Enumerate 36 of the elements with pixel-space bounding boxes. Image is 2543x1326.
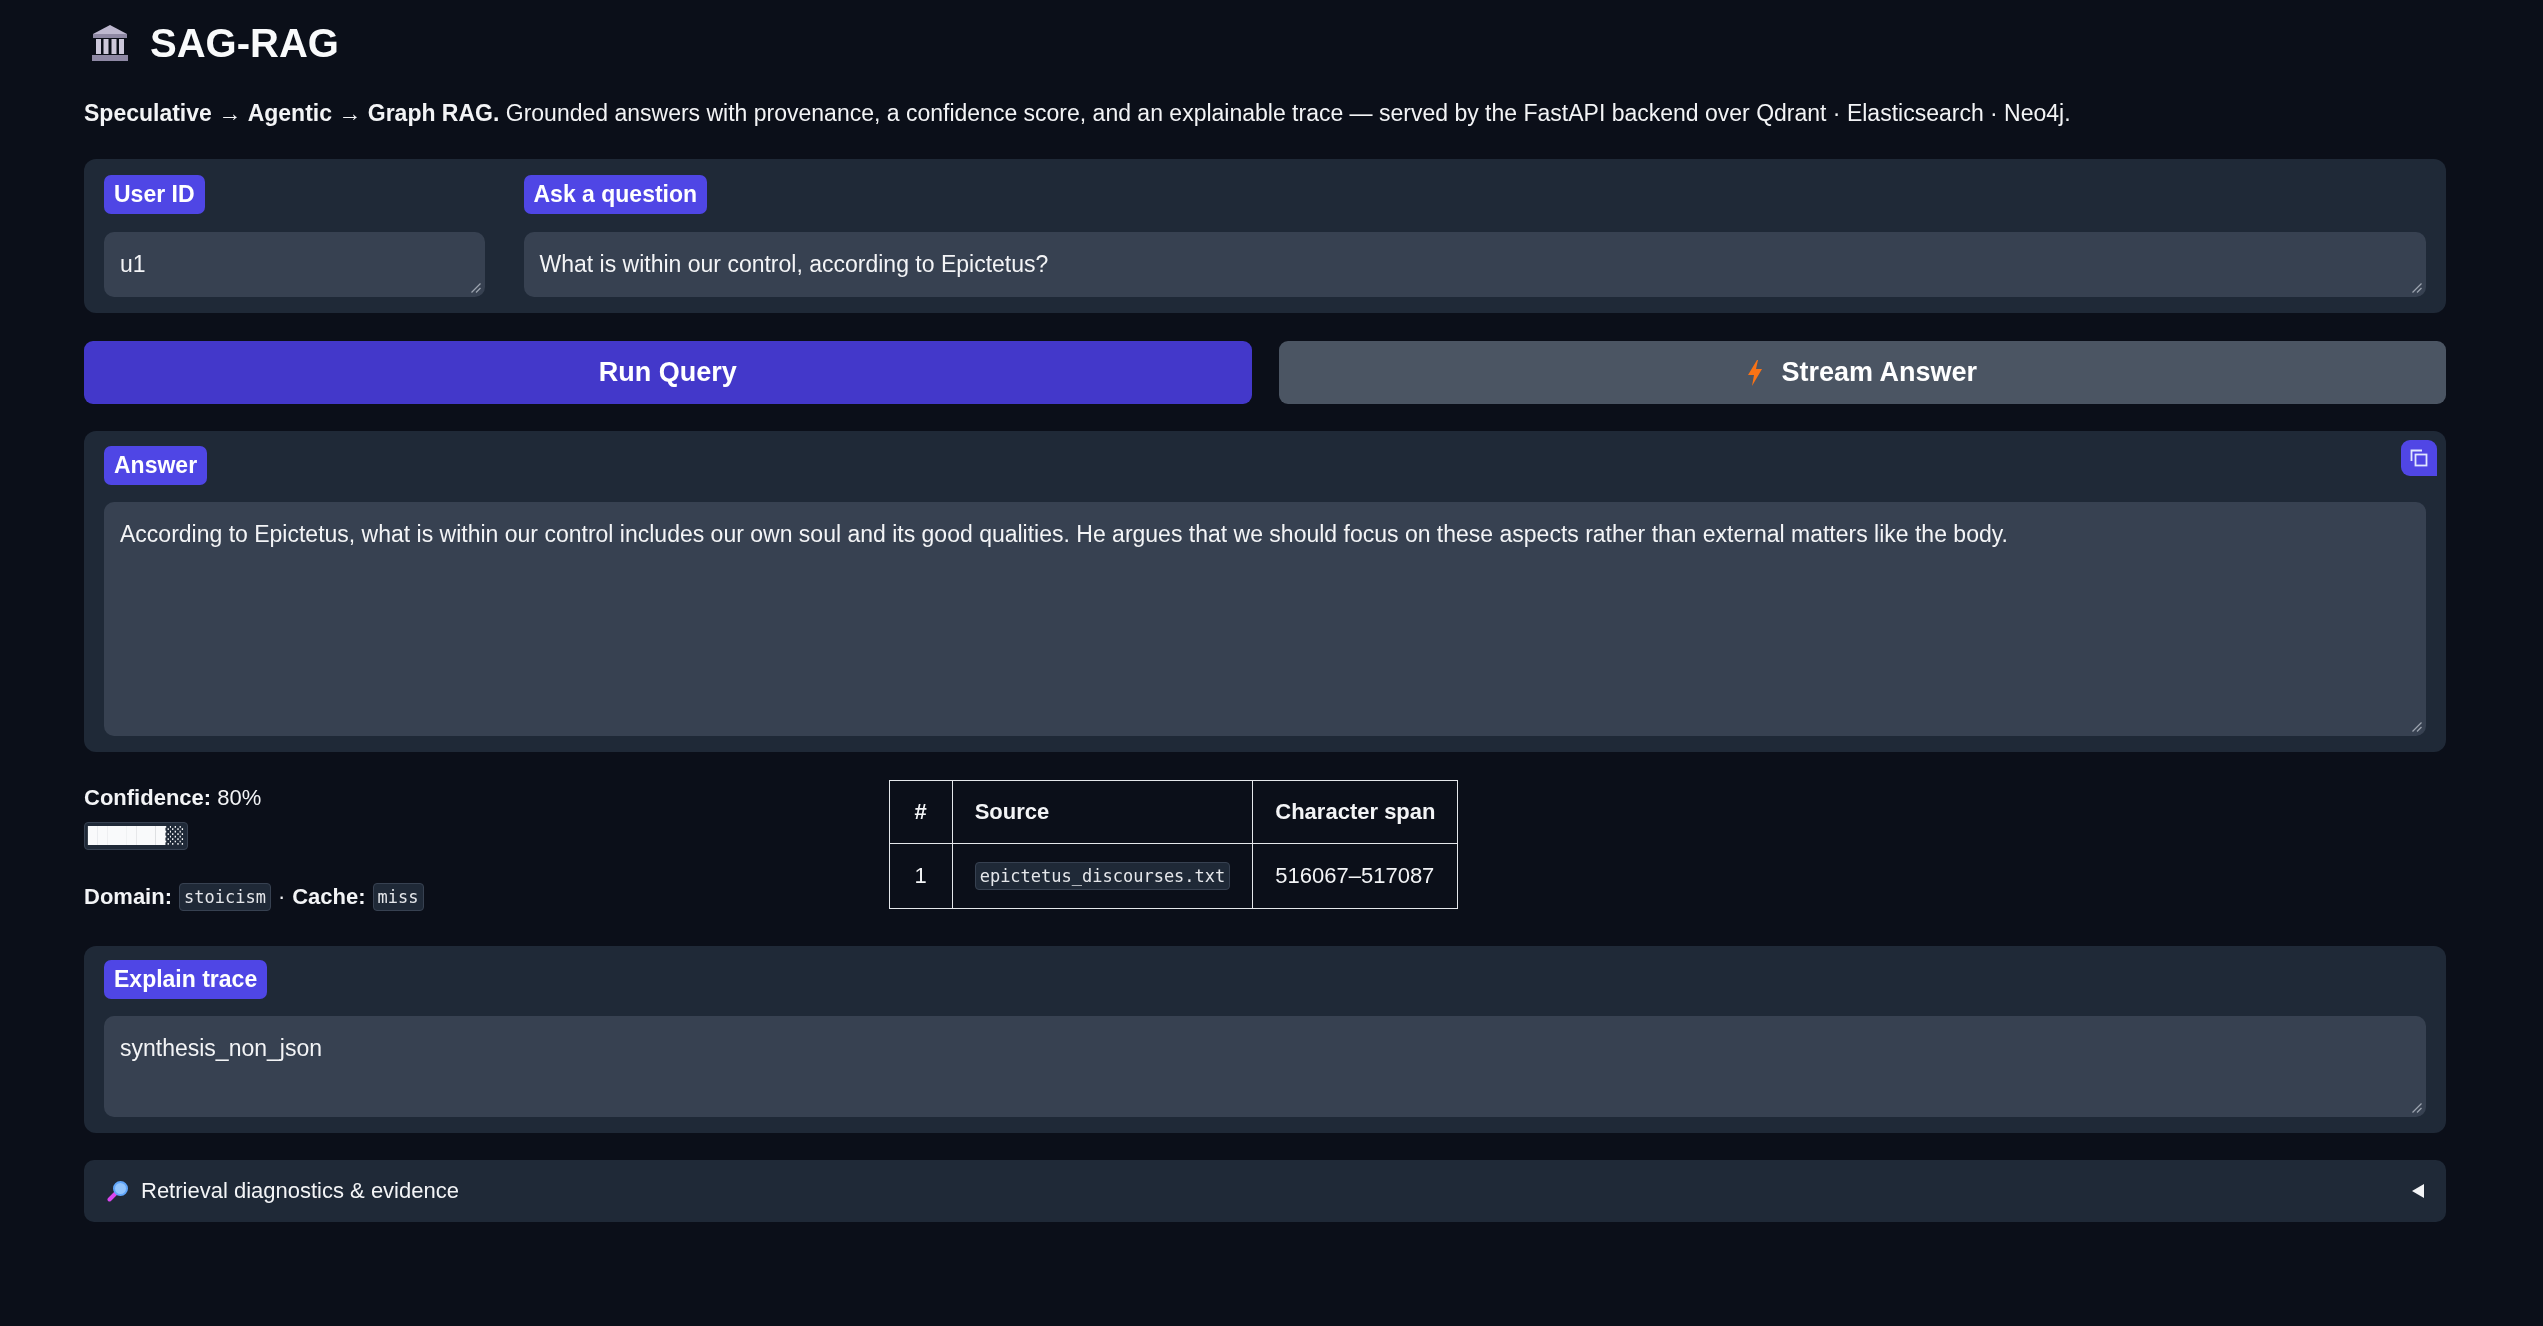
copy-button[interactable] xyxy=(2401,440,2437,476)
meta-value-code: stoicism xyxy=(179,883,271,911)
answer-field[interactable]: According to Epictetus, what is within our control includes our own soul and its good qualities. He argues that we should focus on these aspects rather than external matters like the body. xyxy=(104,502,2426,736)
resize-grip-icon[interactable] xyxy=(2412,283,2422,293)
explain-trace-field[interactable]: synthesis_non_json xyxy=(104,1016,2426,1117)
answer-label: Answer xyxy=(104,446,208,485)
explain-trace-label: Explain trace xyxy=(104,960,268,999)
classical-building-icon xyxy=(90,24,130,62)
confidence-bar: ████████░░ xyxy=(84,822,189,850)
app-subtitle: Speculative → Agentic → Graph RAG. Grounded answers with provenance, a confidence score, and an explainable trace — served by the FastAPI backend over Qdrant · Elasticsearch · Neo4j. xyxy=(84,99,2072,128)
question-field[interactable]: What is within our control, according to Epictetus? xyxy=(523,232,2426,297)
meta-value-code: miss xyxy=(372,883,424,911)
meta-label: Cache: xyxy=(292,883,366,911)
resize-grip-icon[interactable] xyxy=(2412,722,2422,732)
app-title: SAG-RAG xyxy=(150,20,339,67)
copy-icon xyxy=(2410,449,2428,467)
table-cell: 516067–517087 xyxy=(1252,843,1458,909)
magnifier-icon xyxy=(107,1180,129,1202)
table-cell: 1 xyxy=(889,843,953,909)
caret-icon[interactable] xyxy=(2411,1184,2425,1198)
separator-dot: · xyxy=(277,883,286,911)
lightning-bolt-icon xyxy=(1747,359,1764,386)
column-header: Source xyxy=(952,780,1253,844)
source-file-code: epictetus_discourses.txt xyxy=(974,862,1231,890)
column-header: Character span xyxy=(1252,780,1458,844)
run-query-button[interactable]: Run Query xyxy=(84,341,1252,404)
confidence-text: Confidence: 80% xyxy=(84,785,262,811)
resize-grip-icon[interactable] xyxy=(2412,1103,2422,1113)
field-label: User ID xyxy=(104,175,205,214)
stream-answer-button[interactable]: Stream Answer xyxy=(1278,341,2446,404)
meta-label: Domain: xyxy=(84,883,172,911)
resize-grip-icon[interactable] xyxy=(470,283,481,293)
diagnostics-accordion[interactable]: Retrieval diagnostics & evidence xyxy=(84,1160,2446,1222)
user-id-field[interactable]: u1 xyxy=(104,232,485,297)
column-header: # xyxy=(889,780,953,844)
field-label: Ask a question xyxy=(523,175,708,214)
